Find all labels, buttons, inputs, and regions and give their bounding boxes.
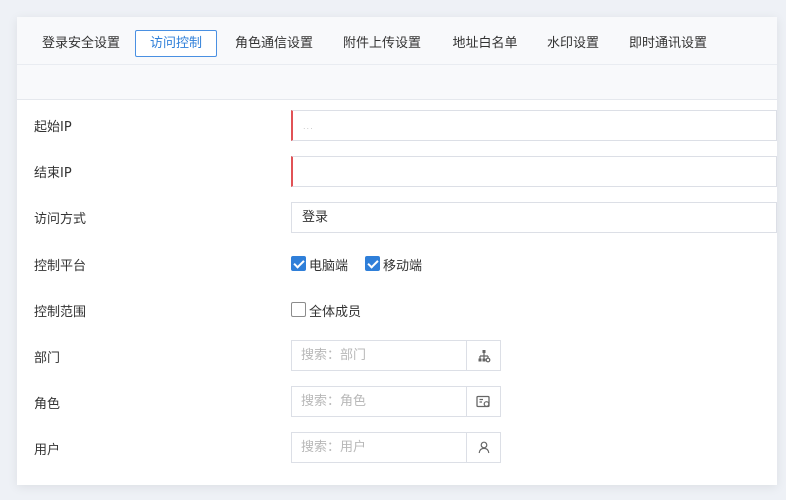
access-mode-select[interactable]: 登录: [291, 202, 777, 233]
tab-login-security[interactable]: 登录安全设置: [31, 30, 131, 57]
department-picker[interactable]: 搜索：部门: [291, 340, 501, 371]
start-ip-input[interactable]: ...: [291, 110, 777, 141]
tab-watermark[interactable]: 水印设置: [536, 30, 610, 57]
tab-attachment-upload[interactable]: 附件上传设置: [332, 30, 432, 57]
user-picker-button[interactable]: [466, 433, 500, 462]
org-tree-icon: [478, 349, 490, 362]
tab-bar: 登录安全设置 访问控制 角色通信设置 附件上传设置 地址白名单 水印设置 即时通…: [17, 17, 777, 65]
start-ip-label: 起始IP: [34, 120, 72, 135]
end-ip-label: 结束IP: [34, 166, 72, 181]
scope-label: 控制范围: [34, 305, 87, 320]
all-members-checkbox[interactable]: [291, 302, 306, 317]
user-label: 用户: [34, 443, 61, 458]
user-picker[interactable]: 搜索：用户: [291, 432, 501, 463]
department-search-input[interactable]: 搜索：部门: [301, 341, 366, 370]
department-picker-button[interactable]: [466, 341, 500, 370]
end-ip-input[interactable]: [291, 156, 777, 187]
mobile-checkbox[interactable]: [365, 256, 380, 271]
role-search-input[interactable]: 搜索：角色: [301, 387, 366, 416]
user-icon: [478, 441, 489, 454]
access-mode-label: 访问方式: [34, 212, 87, 227]
platform-label: 控制平台: [34, 259, 87, 274]
tab-access-control[interactable]: 访问控制: [135, 30, 217, 57]
settings-panel: 登录安全设置 访问控制 角色通信设置 附件上传设置 地址白名单 水印设置 即时通…: [17, 17, 777, 485]
pc-checkbox-label[interactable]: 电脑端: [309, 255, 348, 274]
all-members-checkbox-label[interactable]: 全体成员: [309, 301, 361, 320]
department-label: 部门: [34, 351, 61, 366]
toolbar-strip: [17, 65, 777, 100]
role-picker[interactable]: 搜索：角色: [291, 386, 501, 417]
pc-checkbox[interactable]: [291, 256, 306, 271]
start-ip-value: ...: [303, 122, 314, 131]
tab-instant-messaging[interactable]: 即时通讯设置: [618, 30, 718, 57]
access-mode-value: 登录: [302, 210, 329, 225]
tab-address-whitelist[interactable]: 地址白名单: [441, 30, 529, 57]
role-picker-button[interactable]: [466, 387, 500, 416]
tab-role-communication[interactable]: 角色通信设置: [224, 30, 324, 57]
role-label: 角色: [34, 397, 61, 412]
mobile-checkbox-label[interactable]: 移动端: [383, 255, 422, 274]
user-search-input[interactable]: 搜索：用户: [301, 433, 366, 462]
role-card-icon: [476, 395, 490, 408]
